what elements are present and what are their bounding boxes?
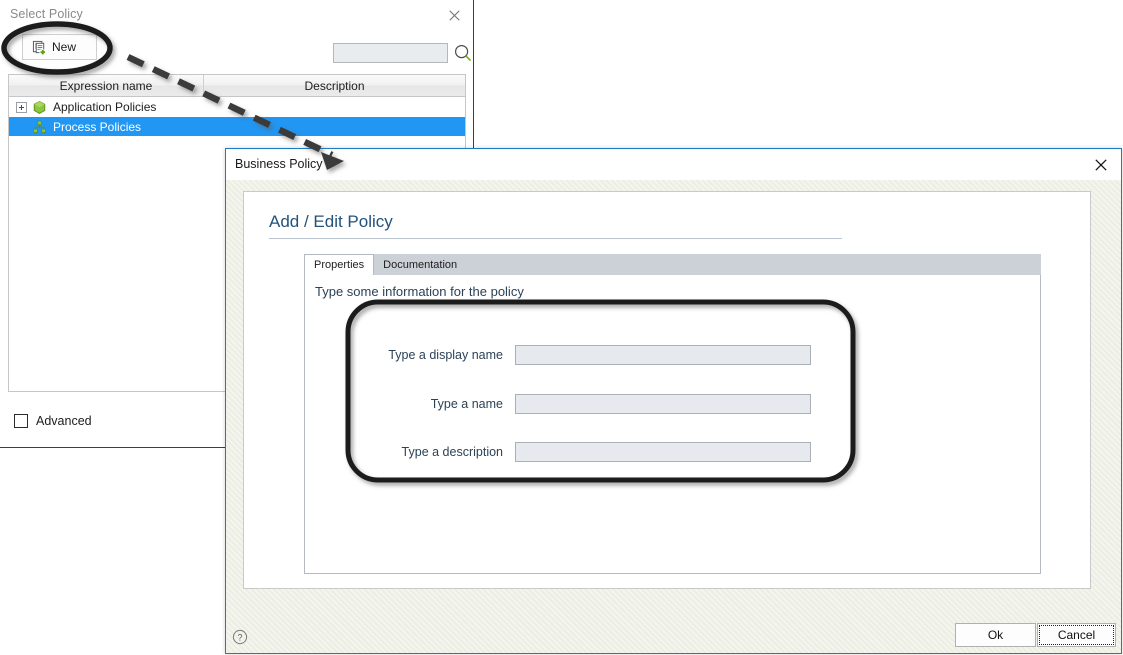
table-row[interactable]: Process Policies [9, 117, 465, 137]
tab-properties[interactable]: Properties [304, 254, 375, 275]
table-cell-name: Application Policies [53, 100, 157, 114]
column-header-description[interactable]: Description [204, 75, 465, 96]
new-button-label: New [52, 40, 77, 54]
close-icon[interactable] [441, 4, 467, 26]
select-policy-titlebar: Select Policy [0, 0, 473, 30]
policy-table-header: Expression name Description [9, 75, 465, 97]
green-hexagon-icon [32, 100, 47, 115]
advanced-label: Advanced [36, 414, 92, 428]
svg-text:?: ? [237, 632, 242, 642]
help-question-icon[interactable]: ? [232, 629, 248, 645]
business-policy-body: Add / Edit Policy Properties Documentati… [226, 180, 1121, 653]
select-policy-title: Select Policy [10, 7, 83, 21]
table-cell-name: Process Policies [53, 120, 142, 134]
cancel-button[interactable]: Cancel [1037, 623, 1116, 647]
screenshot-root: Select Policy New Expression name Descri… [0, 0, 1123, 655]
new-document-icon [32, 40, 47, 55]
name-field[interactable] [515, 394, 811, 414]
field-row-name: Type a name [325, 394, 811, 414]
business-policy-content-panel: Add / Edit Policy Properties Documentati… [243, 191, 1091, 589]
business-policy-title: Business Policy [235, 157, 323, 171]
description-field[interactable] [515, 442, 811, 462]
tab-panel-properties: Type some information for the policy Typ… [304, 275, 1041, 574]
display-name-label: Type a display name [388, 348, 503, 362]
name-label: Type a name [430, 397, 503, 411]
expand-icon[interactable] [16, 101, 27, 113]
advanced-checkbox-row[interactable]: Advanced [14, 414, 92, 428]
display-name-field[interactable] [515, 345, 811, 365]
table-row[interactable]: Application Policies [9, 97, 465, 117]
policy-table: Expression name Description Application … [8, 74, 466, 137]
page-title: Add / Edit Policy [269, 212, 842, 239]
ok-button[interactable]: Ok [955, 623, 1036, 647]
field-row-description: Type a description [325, 442, 811, 462]
new-button[interactable]: New [22, 34, 97, 60]
business-policy-titlebar: Business Policy [226, 149, 1121, 180]
instruction-text: Type some information for the policy [315, 284, 524, 299]
description-label: Type a description [401, 445, 503, 459]
close-icon[interactable] [1089, 154, 1113, 176]
search-input[interactable] [333, 43, 448, 63]
advanced-checkbox[interactable] [14, 414, 28, 428]
tabstrip: Properties Documentation [304, 254, 1041, 275]
column-header-expression-name[interactable]: Expression name [9, 75, 204, 96]
business-policy-dialog: Business Policy Add / Edit Policy Proper… [225, 148, 1122, 654]
field-row-display-name: Type a display name [325, 345, 811, 365]
tab-documentation[interactable]: Documentation [374, 254, 466, 275]
green-hierarchy-icon [32, 119, 47, 135]
search-icon[interactable] [454, 44, 472, 62]
